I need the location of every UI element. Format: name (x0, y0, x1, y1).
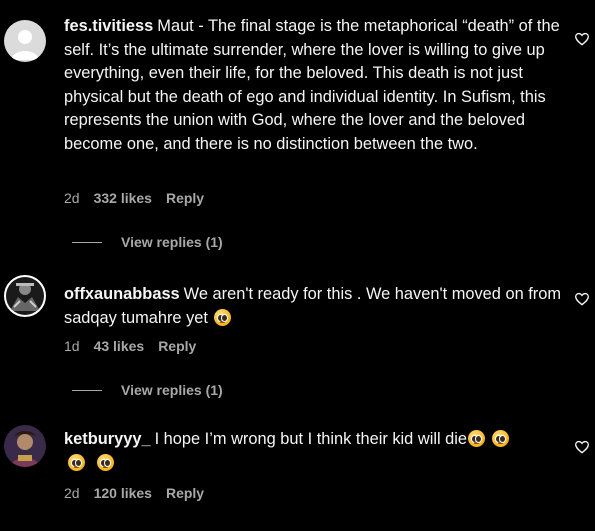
avatar[interactable] (4, 425, 46, 467)
heart-icon[interactable] (574, 439, 590, 455)
comment-text: fes.tivitiess Maut - The final stage is t… (64, 15, 564, 157)
pleading-face-emoji (96, 453, 114, 471)
heart-icon[interactable] (574, 291, 590, 307)
pleading-face-emoji (468, 430, 486, 447)
heart-icon[interactable] (574, 31, 590, 47)
user-photo-icon (6, 277, 44, 315)
comment-meta: 2d 120 likes Reply (64, 483, 204, 503)
reply-button[interactable]: Reply (166, 190, 204, 206)
comment-meta: 1d 43 likes Reply (64, 336, 196, 356)
pleading-face-emoji (213, 308, 231, 326)
likes-count[interactable]: 120 likes (94, 485, 152, 501)
view-replies-button[interactable]: View replies (1) (72, 380, 223, 400)
user-photo-icon (4, 425, 46, 467)
comment-meta: 2d 332 likes Reply (64, 188, 204, 208)
avatar[interactable] (4, 20, 46, 62)
divider-line (72, 241, 102, 243)
comment-age: 2d (64, 485, 80, 501)
likes-count[interactable]: 43 likes (94, 338, 145, 354)
pleading-face-emoji (492, 430, 510, 447)
pleading-face-emoji (68, 453, 85, 471)
reply-button[interactable]: Reply (166, 485, 204, 501)
reply-button[interactable]: Reply (158, 338, 196, 354)
comment-text: offxaunabbass We aren't ready for this . … (64, 283, 564, 330)
comment-body: I hope I’m wrong but I think their kid w… (154, 430, 468, 448)
username[interactable]: ketburyyy_ (64, 430, 151, 448)
view-replies-label: View replies (1) (121, 234, 223, 250)
comment-text: ketburyyy_ I hope I’m wrong but I think t… (64, 428, 564, 475)
likes-count[interactable]: 332 likes (94, 190, 152, 206)
comment-age: 2d (64, 190, 80, 206)
divider-line (72, 389, 102, 391)
view-replies-label: View replies (1) (121, 382, 223, 398)
username[interactable]: fes.tivitiess (64, 17, 153, 35)
comment-body: Maut - The final stage is the metaphoric… (64, 17, 560, 153)
view-replies-button[interactable]: View replies (1) (72, 232, 223, 252)
avatar[interactable] (4, 275, 46, 317)
username[interactable]: offxaunabbass (64, 285, 180, 303)
comment-age: 1d (64, 338, 80, 354)
default-avatar-icon (4, 20, 46, 62)
